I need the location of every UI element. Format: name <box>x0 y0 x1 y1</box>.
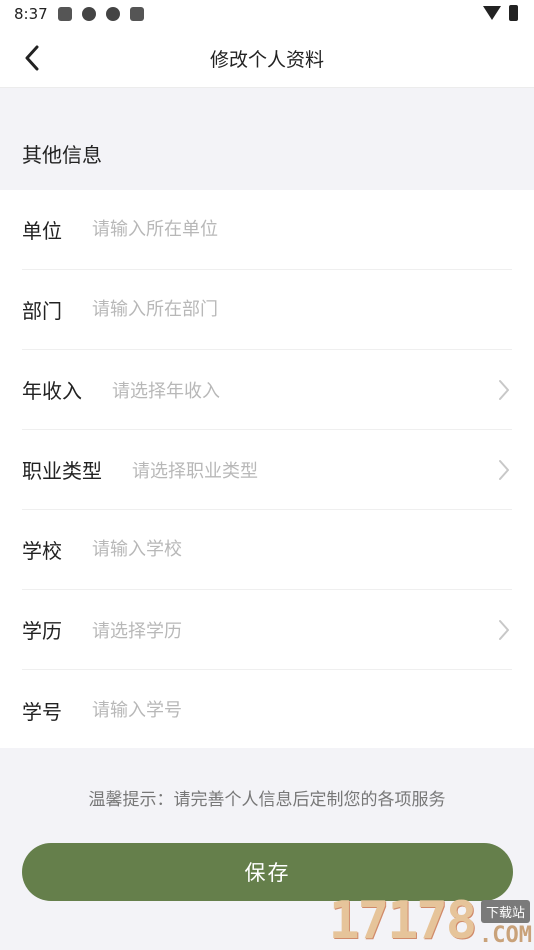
form-row-school[interactable]: 学校 <box>22 510 512 590</box>
education-select[interactable]: 请选择学历 <box>92 617 496 643</box>
company-input[interactable] <box>92 209 512 250</box>
row-label: 年收入 <box>22 379 82 403</box>
chevron-right-icon <box>496 458 512 482</box>
chevron-right-icon <box>496 618 512 642</box>
school-input[interactable] <box>92 529 512 570</box>
form-row-occupation[interactable]: 职业类型 请选择职业类型 <box>22 430 512 510</box>
row-label: 单位 <box>22 219 62 243</box>
status-time: 8:37 <box>14 5 48 23</box>
form-row-student-id[interactable]: 学号 <box>22 670 512 750</box>
status-bar: 8:37 <box>0 0 534 28</box>
student-id-input[interactable] <box>92 690 512 730</box>
page-title: 修改个人资料 <box>209 48 324 71</box>
occupation-select[interactable]: 请选择职业类型 <box>132 457 496 483</box>
chevron-left-icon <box>25 45 39 71</box>
back-button[interactable] <box>14 40 50 76</box>
chevron-right-icon <box>496 378 512 402</box>
status-right <box>483 5 518 21</box>
row-label: 学校 <box>22 539 62 563</box>
battery-icon <box>509 5 518 21</box>
form-row-income[interactable]: 年收入 请选择年收入 <box>22 350 512 430</box>
section-header: 其他信息 <box>0 89 534 190</box>
watermark-side: 下载站 .COM <box>479 900 532 948</box>
section-title: 其他信息 <box>22 143 102 167</box>
a-icon <box>129 7 144 21</box>
watermark-badge: 下载站 <box>481 900 531 923</box>
tip-text: 温馨提示：请完善个人信息后定制您的各项服务 <box>88 790 446 810</box>
watermark-com: .COM <box>479 923 532 948</box>
nav-bar: 修改个人资料 <box>0 28 534 88</box>
wifi-icon <box>483 6 501 20</box>
watermark-digits: 17178 <box>328 891 477 950</box>
app-icon <box>81 7 96 21</box>
app-icon <box>105 7 120 21</box>
form-row-company[interactable]: 单位 <box>22 190 512 270</box>
income-select[interactable]: 请选择年收入 <box>112 377 496 403</box>
department-input[interactable] <box>92 289 512 330</box>
row-label: 职业类型 <box>22 459 102 483</box>
row-label: 部门 <box>22 299 62 323</box>
form-card: 单位 部门 年收入 请选择年收入 职业类型 请选择职业类型 学校 学历 请选择学… <box>0 190 534 748</box>
row-label: 学历 <box>22 619 62 643</box>
form-row-education[interactable]: 学历 请选择学历 <box>22 590 512 670</box>
form-row-department[interactable]: 部门 <box>22 270 512 350</box>
row-label: 学号 <box>22 699 62 724</box>
watermark-logo: 17178 下载站 .COM <box>306 890 532 948</box>
mail-icon <box>57 7 72 21</box>
